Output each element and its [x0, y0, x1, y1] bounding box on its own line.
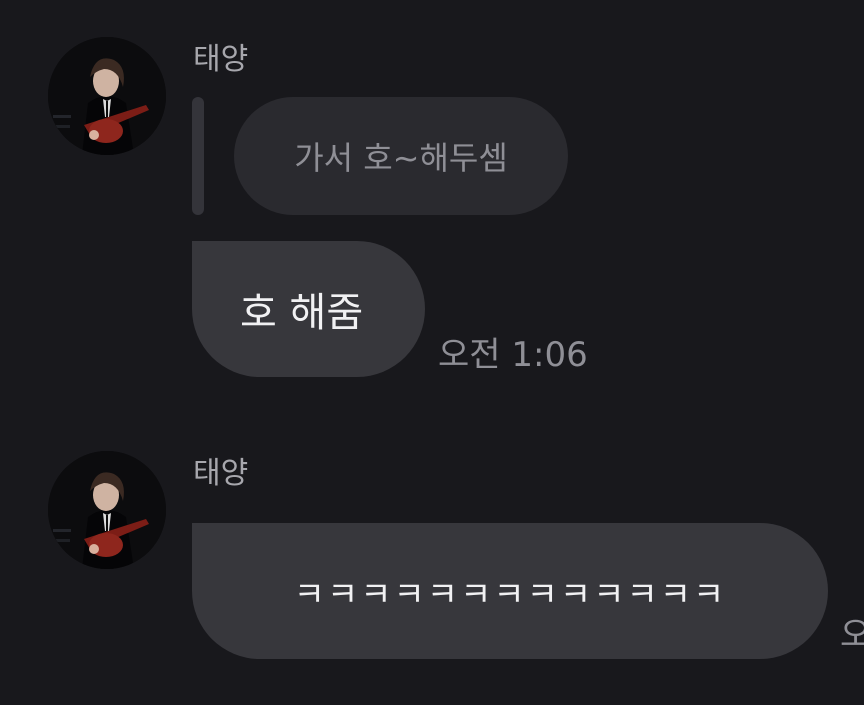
avatar[interactable] [48, 37, 166, 155]
message-bubble[interactable]: ㅋㅋㅋㅋㅋㅋㅋㅋㅋㅋㅋㅋㅋ [192, 523, 828, 659]
message-text: ㅋㅋㅋㅋㅋㅋㅋㅋㅋㅋㅋㅋㅋ [293, 574, 727, 615]
message-bubble[interactable]: 호 해줌 [192, 241, 425, 377]
sender-name: 태양 [193, 456, 249, 491]
reply-quote-bubble[interactable]: 가서 호~해두셈 [234, 97, 568, 215]
avatar[interactable] [48, 451, 166, 569]
message-timestamp: 오 [840, 615, 864, 655]
message-timestamp: 오전 1:06 [438, 335, 588, 375]
message-text: 호 해줌 [240, 290, 364, 336]
reply-quote-text: 가서 호~해두셈 [294, 139, 508, 177]
sender-name: 태양 [193, 42, 249, 77]
reply-quote-bar [192, 97, 204, 215]
